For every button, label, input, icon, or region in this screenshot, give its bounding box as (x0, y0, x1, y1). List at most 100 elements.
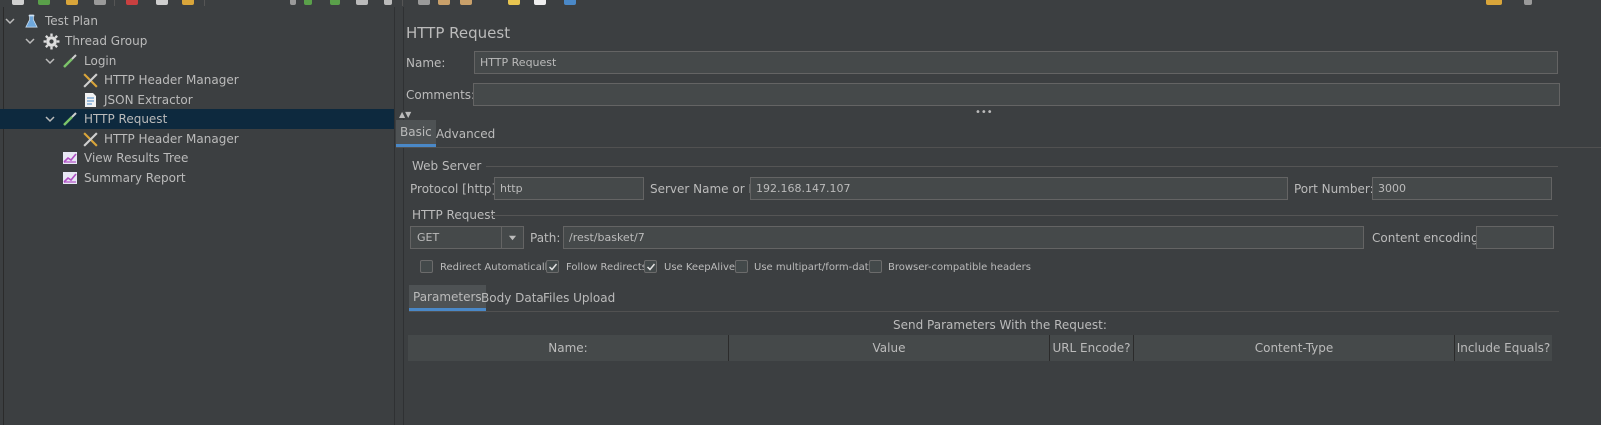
tree-item-thread-group[interactable]: Thread Group (0, 31, 394, 51)
method-value: GET (417, 231, 440, 244)
tools-icon (81, 71, 99, 89)
column-header-name[interactable]: Name: (408, 335, 729, 361)
column-header-value[interactable]: Value (729, 335, 1050, 361)
cut-icon[interactable] (126, 0, 138, 5)
toolbar-separator (114, 0, 115, 6)
comments-label: Comments: (406, 88, 476, 102)
stop-icon[interactable] (356, 0, 368, 5)
tabs-separator (409, 311, 1559, 312)
group-divider (490, 215, 1558, 216)
group-divider (486, 166, 1558, 167)
encoding-label: Content encoding: (1372, 231, 1483, 245)
pipette-icon (61, 110, 79, 128)
browser-compatible-headers-label: Browser-compatible headers (888, 262, 1031, 273)
tabs-separator (396, 147, 1601, 148)
server-field[interactable]: 192.168.147.107 (750, 177, 1288, 200)
toolbar-separator (204, 0, 205, 6)
new-icon[interactable] (12, 0, 24, 5)
tree-item-summary-report[interactable]: Summary Report (0, 168, 394, 188)
tree-item-label: JSON Extractor (104, 93, 193, 107)
browser-compatible-headers-checkbox[interactable] (869, 260, 882, 273)
http-request-group-title: HTTP Request (412, 208, 496, 222)
name-field[interactable]: HTTP Request (474, 51, 1558, 74)
column-header-content-type[interactable]: Content-Type (1134, 335, 1455, 361)
check-icon (548, 263, 557, 271)
chevron-down-icon[interactable] (4, 15, 16, 27)
tools-icon (81, 130, 99, 148)
tree-item-view-results-tree[interactable]: View Results Tree (0, 148, 394, 168)
thread-status-icon (1524, 0, 1532, 5)
use-multipart-label: Use multipart/form-data (754, 262, 875, 273)
chevron-down-icon[interactable] (501, 227, 523, 248)
tree-item-label: HTTP Header Manager (104, 73, 239, 87)
collapse-arrows-icon[interactable]: ▲▼ (399, 110, 411, 119)
shutdown-icon[interactable] (384, 0, 392, 5)
use-keepalive-checkbox[interactable] (644, 260, 657, 273)
save-icon[interactable] (94, 0, 106, 5)
tab-advanced[interactable]: Advanced (432, 120, 499, 147)
toolbar (0, 0, 1601, 7)
tree-item-http-header-manager[interactable]: HTTP Header Manager (0, 129, 394, 149)
start-no-pause-icon[interactable] (330, 0, 340, 5)
panel-splitter[interactable] (394, 7, 404, 425)
tree-item-http-request[interactable]: HTTP Request (0, 109, 394, 129)
clear-icon[interactable] (438, 0, 450, 5)
comments-field[interactable] (473, 83, 1560, 106)
tab-files-upload[interactable]: Files Upload (539, 285, 619, 311)
start-icon[interactable] (304, 0, 312, 5)
column-header-url-encode[interactable]: URL Encode? (1050, 335, 1134, 361)
port-field[interactable]: 3000 (1372, 177, 1552, 200)
name-label: Name: (406, 56, 446, 70)
tree-item-login[interactable]: Login (0, 51, 394, 71)
tab-body-data[interactable]: Body Data (477, 285, 548, 311)
redirect-automatically-checkbox[interactable] (420, 260, 433, 273)
params-table-caption: Send Parameters With the Request: (893, 318, 1107, 332)
open-icon[interactable] (66, 0, 78, 5)
tree-item-label: Summary Report (84, 171, 186, 185)
tree-item-label: Thread Group (65, 34, 148, 48)
toggle-icon[interactable] (290, 0, 296, 5)
tree-item-label: Login (84, 54, 117, 68)
use-keepalive-label: Use KeepAlive (664, 262, 736, 273)
document-icon (81, 91, 99, 109)
follow-redirects-checkbox[interactable] (546, 260, 559, 273)
drag-handle-icon[interactable]: ••• (975, 107, 993, 118)
search-icon[interactable] (508, 0, 520, 5)
toolbar-separator (402, 0, 403, 6)
copy-icon[interactable] (156, 0, 168, 5)
column-header-include-equals[interactable]: Include Equals? (1455, 335, 1552, 361)
warning-icon[interactable] (1486, 0, 1502, 5)
templates-icon[interactable] (38, 0, 50, 5)
redirect-automatically-label: Redirect Automatically (440, 262, 554, 273)
server-label: Server Name or IP: (650, 182, 764, 196)
tree-item-label: HTTP Request (84, 112, 168, 126)
protocol-field[interactable]: http (494, 177, 644, 200)
tree-item-label: View Results Tree (84, 151, 189, 165)
params-table-header: Name: Value URL Encode? Content-Type Inc… (408, 335, 1552, 361)
flask-icon (22, 12, 40, 30)
path-label: Path: (530, 231, 561, 245)
use-multipart-checkbox[interactable] (735, 260, 748, 273)
tree-item-http-header-manager[interactable]: HTTP Header Manager (0, 70, 394, 90)
chevron-down-icon[interactable] (44, 113, 56, 125)
page-title: HTTP Request (406, 24, 511, 42)
tree-item-label: HTTP Header Manager (104, 132, 239, 146)
path-field[interactable]: /rest/basket/7 (563, 226, 1364, 249)
tab-basic[interactable]: Basic (396, 120, 436, 147)
reset-search-icon[interactable] (534, 0, 546, 5)
chevron-down-icon[interactable] (44, 55, 56, 67)
encoding-field[interactable] (1476, 226, 1554, 249)
paste-icon[interactable] (182, 0, 194, 5)
tree-item-label: Test Plan (45, 14, 98, 28)
tree-item-test-plan[interactable]: Test Plan (0, 11, 394, 31)
chevron-down-icon[interactable] (24, 35, 36, 47)
pipette-icon (61, 52, 79, 70)
function-helper-icon[interactable] (564, 0, 576, 5)
tree-item-json-extractor[interactable]: JSON Extractor (0, 90, 394, 110)
collapse-divider[interactable]: ▲▼ ••• (395, 107, 1601, 119)
method-select[interactable]: GET (410, 226, 524, 249)
clear-all-icon[interactable] (460, 0, 472, 5)
tab-parameters[interactable]: Parameters (409, 285, 486, 311)
remote-start-icon[interactable] (418, 0, 430, 5)
check-icon (646, 263, 655, 271)
